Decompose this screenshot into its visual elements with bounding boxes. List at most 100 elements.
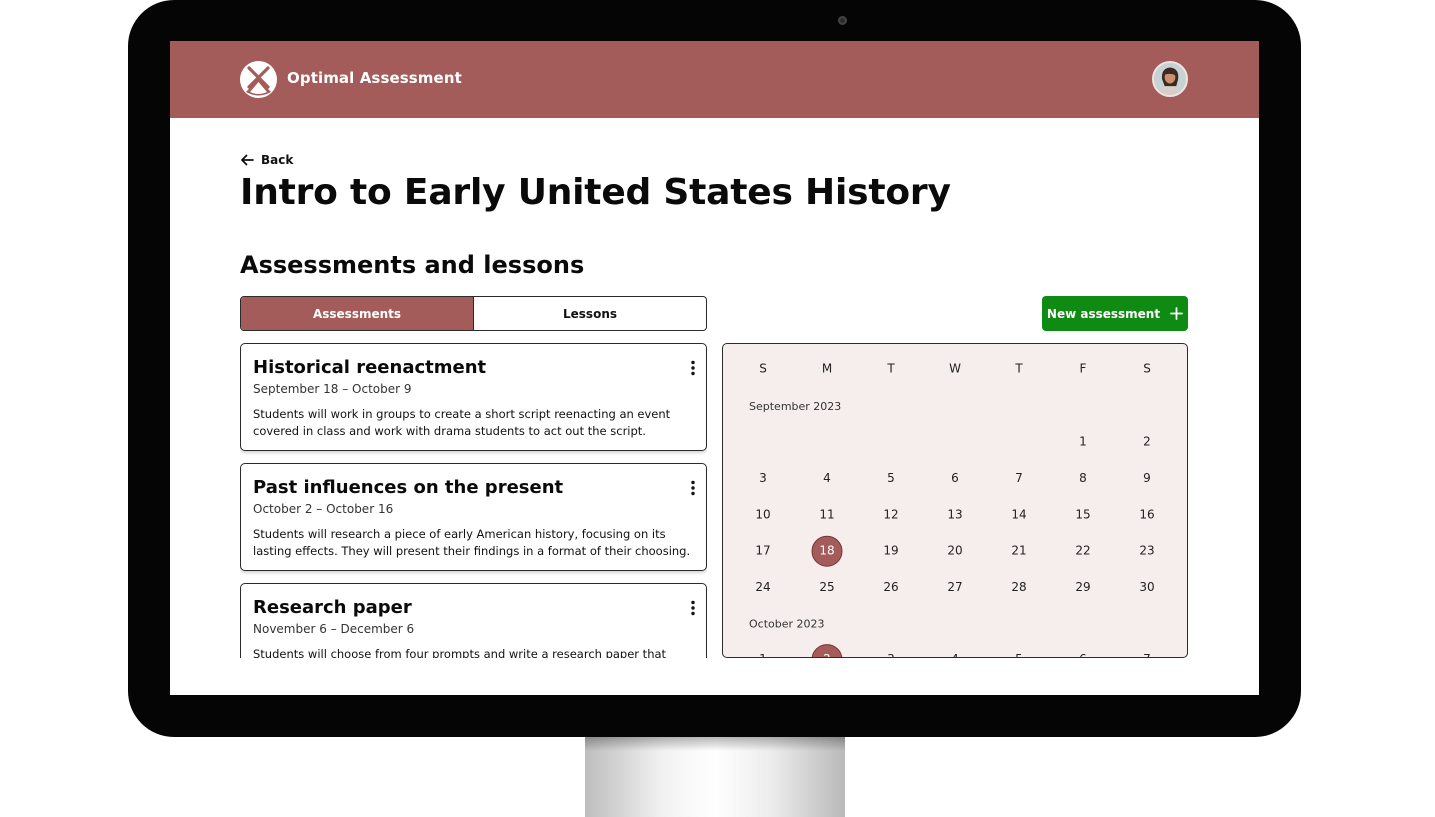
calendar-day[interactable]: 17 (755, 544, 770, 558)
monitor-stand-shadow (585, 737, 845, 751)
day-number: 1 (1079, 435, 1087, 449)
day-number: 4 (951, 652, 959, 658)
section-title: Assessments and lessons (240, 251, 585, 279)
day-number: 25 (819, 580, 834, 594)
calendar-day[interactable]: 6 (1079, 652, 1087, 658)
day-number: 15 (1075, 507, 1090, 521)
avatar-image (1154, 63, 1186, 95)
calendar-day[interactable]: 3 (887, 652, 895, 658)
calendar-day[interactable]: 8 (1079, 471, 1087, 485)
weekday-label: S (759, 362, 767, 376)
day-number: 29 (1075, 580, 1090, 594)
day-number: 2 (1143, 435, 1151, 449)
new-assessment-label: New assessment (1046, 306, 1161, 321)
calendar-day[interactable]: 5 (887, 471, 895, 485)
calendar-day[interactable]: 6 (951, 471, 959, 485)
day-number: 1 (759, 652, 767, 658)
calendar-day[interactable]: 5 (1015, 652, 1023, 658)
assessment-card[interactable]: Research paper November 6 – December 6 S… (240, 583, 707, 658)
calendar-day[interactable]: 1 (759, 652, 767, 658)
day-number: 10 (755, 507, 770, 521)
day-number: 7 (1015, 471, 1023, 485)
assessments-lessons-tabs: Assessments Lessons (240, 296, 707, 331)
calendar-day[interactable]: 12 (883, 507, 898, 521)
calendar-day[interactable]: 4 (823, 471, 831, 485)
day-number: 30 (1139, 580, 1154, 594)
back-link[interactable]: Back (240, 153, 293, 167)
day-number: 11 (819, 507, 834, 521)
calendar-day[interactable]: 23 (1139, 544, 1154, 558)
calendar-day[interactable]: 25 (819, 580, 834, 594)
app-header: Optimal Assessment (170, 41, 1259, 118)
day-number: 5 (887, 471, 895, 485)
day-number: 23 (1139, 544, 1154, 558)
day-number: 5 (1015, 652, 1023, 658)
user-avatar[interactable] (1152, 61, 1188, 97)
calendar-day[interactable]: 28 (1011, 580, 1026, 594)
tab-lessons[interactable]: Lessons (474, 297, 706, 330)
back-label: Back (261, 153, 294, 167)
calendar-day[interactable]: 1 (1079, 435, 1087, 449)
day-number: 14 (1011, 507, 1026, 521)
day-number: 18 (819, 544, 834, 558)
day-number: 3 (887, 652, 895, 658)
day-number: 17 (755, 544, 770, 558)
calendar-day[interactable]: 13 (947, 507, 962, 521)
calendar-day[interactable]: 9 (1143, 471, 1151, 485)
calendar-day[interactable]: 19 (883, 544, 898, 558)
crossed-swords-logo-icon[interactable] (240, 61, 277, 98)
day-number: 16 (1139, 507, 1154, 521)
kebab-menu-icon[interactable] (688, 360, 698, 376)
calendar-day[interactable]: 26 (883, 580, 898, 594)
calendar-day[interactable]: 7 (1015, 471, 1023, 485)
tab-assessments[interactable]: Assessments (241, 297, 474, 330)
kebab-menu-icon[interactable] (688, 600, 698, 616)
assessment-list: Historical reenactment September 18 – Oc… (240, 343, 707, 658)
calendar-day[interactable]: 7 (1143, 652, 1151, 658)
kebab-menu-icon[interactable] (688, 480, 698, 496)
calendar-day[interactable]: 29 (1075, 580, 1090, 594)
calendar-day[interactable]: 16 (1139, 507, 1154, 521)
assessment-dates: October 2 – October 16 (253, 502, 394, 516)
day-number: 19 (883, 544, 898, 558)
calendar-day[interactable]: 11 (819, 507, 834, 521)
assessment-title: Research paper (253, 597, 412, 618)
day-number: 3 (759, 471, 767, 485)
day-number: 20 (947, 544, 962, 558)
day-number: 4 (823, 471, 831, 485)
weekday-label: S (1143, 362, 1151, 376)
calendar-day[interactable]: 15 (1075, 507, 1090, 521)
weekday-label: M (822, 362, 832, 376)
plus-icon (1170, 307, 1183, 320)
month-label: September 2023 (749, 400, 841, 413)
calendar-day[interactable]: 24 (755, 580, 770, 594)
calendar-day[interactable]: 18 (811, 535, 843, 567)
calendar-day[interactable]: 4 (951, 652, 959, 658)
new-assessment-button[interactable]: New assessment (1042, 296, 1188, 331)
assessment-card[interactable]: Historical reenactment September 18 – Oc… (240, 343, 707, 451)
calendar: S M T W T F S September 2023 1 2 3 4 5 6 7 8 9 10 11 12 13 14… (722, 343, 1188, 658)
day-number: 8 (1079, 471, 1087, 485)
calendar-day[interactable]: 3 (759, 471, 767, 485)
day-number: 26 (883, 580, 898, 594)
day-number: 6 (1079, 652, 1087, 658)
calendar-day[interactable]: 10 (755, 507, 770, 521)
calendar-day[interactable]: 20 (947, 544, 962, 558)
assessment-title: Past influences on the present (253, 477, 564, 498)
assessment-description: Students will choose from four prompts a… (253, 647, 667, 658)
calendar-day[interactable]: 14 (1011, 507, 1026, 521)
calendar-day[interactable]: 22 (1075, 544, 1090, 558)
calendar-day[interactable]: 2 (1143, 435, 1151, 449)
assessment-card[interactable]: Past influences on the present October 2… (240, 463, 707, 571)
day-number: 24 (755, 580, 770, 594)
screen: Optimal Assessment Back Intro to Early U… (170, 41, 1259, 695)
calendar-grid: S M T W T F SSeptember 20231 23 4 5 6 7 8 910 11 12 13 14… (749, 362, 1155, 658)
calendar-day[interactable]: 21 (1011, 544, 1026, 558)
calendar-day[interactable]: 2 (811, 644, 843, 658)
calendar-day[interactable]: 27 (947, 580, 962, 594)
calendar-day[interactable]: 30 (1139, 580, 1154, 594)
assessment-title: Historical reenactment (253, 357, 487, 378)
weekday-label: F (1080, 362, 1087, 376)
day-number: 28 (1011, 580, 1026, 594)
weekday-label: W (949, 362, 961, 376)
